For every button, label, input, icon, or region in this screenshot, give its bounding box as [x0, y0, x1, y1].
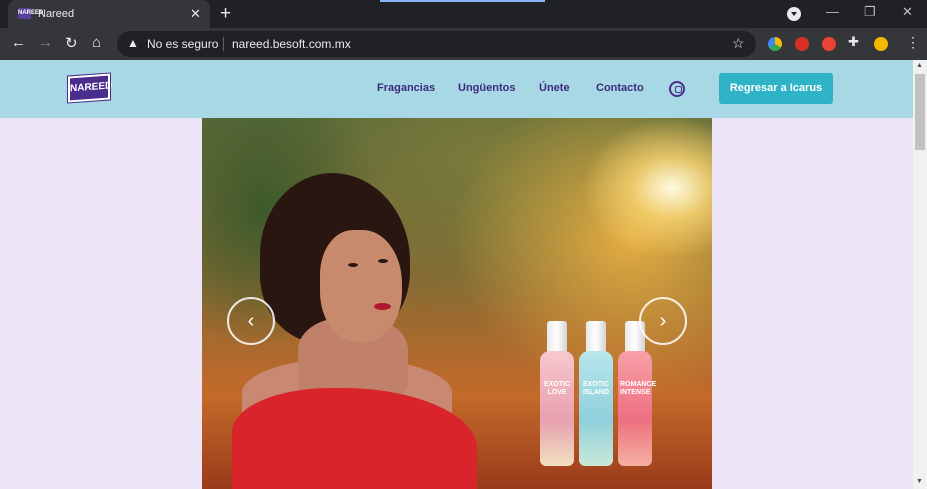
carousel-prev-button[interactable]: ‹	[227, 297, 275, 345]
bottle-cap	[586, 321, 606, 353]
tab-favicon: NAREED	[18, 8, 43, 19]
close-tab-icon[interactable]: ✕	[190, 6, 201, 22]
product-bottles: EXOTIC LOVE EXOTIC ISLAND ROMANCE INTENS…	[540, 321, 657, 466]
security-label[interactable]: No es seguro	[147, 37, 218, 51]
home-icon[interactable]: ⌂	[92, 34, 101, 51]
web-page: NAREED Fragancias Ungüentos Únete Contac…	[0, 60, 913, 489]
address-bar[interactable]: ▲ No es seguro nareed.besoft.com.mx ☆	[117, 31, 756, 57]
browser-tab[interactable]: NAREED Nareed ✕	[8, 0, 210, 28]
reload-icon[interactable]: ↻	[65, 34, 78, 52]
nav-link-unete[interactable]: Únete	[539, 82, 570, 94]
bottle-label: EXOTIC ISLAND	[582, 381, 610, 396]
back-to-icarus-button[interactable]: Regresar a Icarus	[719, 73, 833, 104]
bottle-romance-intense: ROMANCE INTENSE	[618, 351, 657, 466]
loading-indicator	[380, 0, 545, 2]
hero-carousel-image: EXOTIC LOVE EXOTIC ISLAND ROMANCE INTENS…	[202, 118, 712, 489]
restore-icon[interactable]: ❐	[864, 4, 876, 20]
scroll-up-icon[interactable]: ▲	[916, 62, 923, 69]
extensions-icon[interactable]: ✚	[848, 34, 859, 50]
stop-extension-icon[interactable]	[795, 37, 809, 51]
minimize-icon[interactable]: —	[826, 4, 839, 19]
nav-link-fragancias[interactable]: Fragancias	[377, 82, 435, 94]
lips	[374, 303, 391, 310]
bottle-label: EXOTIC LOVE	[543, 381, 571, 396]
page-scrollbar[interactable]: ▲ ▼	[913, 60, 927, 489]
eye	[378, 259, 388, 263]
carousel-next-button[interactable]: ›	[639, 297, 687, 345]
new-tab-button[interactable]: +	[220, 3, 231, 25]
bottle-cap	[547, 321, 567, 353]
forward-icon[interactable]: →	[38, 34, 53, 51]
sync-extension-icon[interactable]	[822, 37, 836, 51]
scroll-thumb[interactable]	[915, 74, 925, 150]
scroll-down-icon[interactable]: ▼	[916, 478, 923, 485]
nav-link-unguentos[interactable]: Ungüentos	[458, 82, 515, 94]
browser-toolbar: ← → ↻ ⌂ ▲ No es seguro nareed.besoft.com…	[0, 28, 927, 60]
tab-strip: NAREED Nareed ✕ + — ❐ ✕	[0, 0, 927, 28]
close-window-icon[interactable]: ✕	[902, 4, 913, 20]
eye	[348, 263, 358, 267]
menu-icon[interactable]: ⋮	[906, 34, 920, 51]
tab-search-icon[interactable]	[787, 7, 801, 21]
tab-title: Nareed	[38, 8, 75, 20]
whatsapp-icon[interactable]	[669, 81, 685, 97]
drive-extension-icon[interactable]	[768, 37, 782, 51]
profile-extension-icon[interactable]	[874, 37, 888, 51]
bottle-exotic-island: EXOTIC ISLAND	[579, 351, 613, 466]
star-icon[interactable]: ☆	[732, 35, 745, 52]
site-logo[interactable]: NAREED	[67, 72, 112, 104]
woman-face	[320, 230, 402, 342]
warning-icon[interactable]: ▲	[127, 36, 139, 50]
url-text[interactable]: nareed.besoft.com.mx	[232, 37, 351, 51]
bottle-label: ROMANCE INTENSE	[620, 381, 657, 396]
divider	[223, 37, 224, 51]
site-navbar: NAREED Fragancias Ungüentos Únete Contac…	[0, 60, 913, 118]
nav-link-contacto[interactable]: Contacto	[596, 82, 644, 94]
back-icon[interactable]: ←	[11, 34, 26, 51]
bottle-exotic-love: EXOTIC LOVE	[540, 351, 574, 466]
